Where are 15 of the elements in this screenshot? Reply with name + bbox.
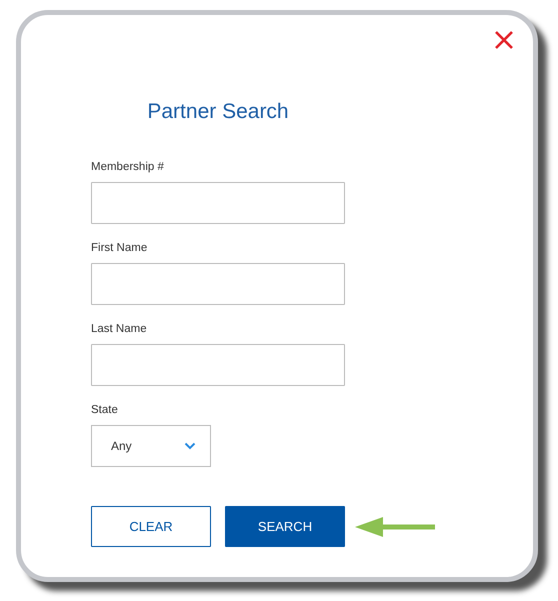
- field-label: Membership #: [91, 160, 164, 174]
- dropdown[interactable]: Any: [91, 425, 211, 467]
- field-label: First Name: [91, 241, 148, 255]
- text-field[interactable]: [91, 182, 345, 224]
- dialog-title: Partner Search: [147, 100, 289, 124]
- field-label: State: [91, 403, 118, 417]
- text-field[interactable]: [91, 344, 345, 386]
- chevron-down-icon: [184, 442, 196, 450]
- text-field[interactable]: [91, 263, 345, 305]
- search-button[interactable]: SEARCH: [225, 506, 345, 547]
- arrow-icon: [355, 516, 435, 538]
- clear-button[interactable]: CLEAR: [91, 506, 211, 547]
- close-icon: [493, 29, 515, 51]
- field-label: Last Name: [91, 322, 147, 336]
- close-button[interactable]: [493, 29, 515, 51]
